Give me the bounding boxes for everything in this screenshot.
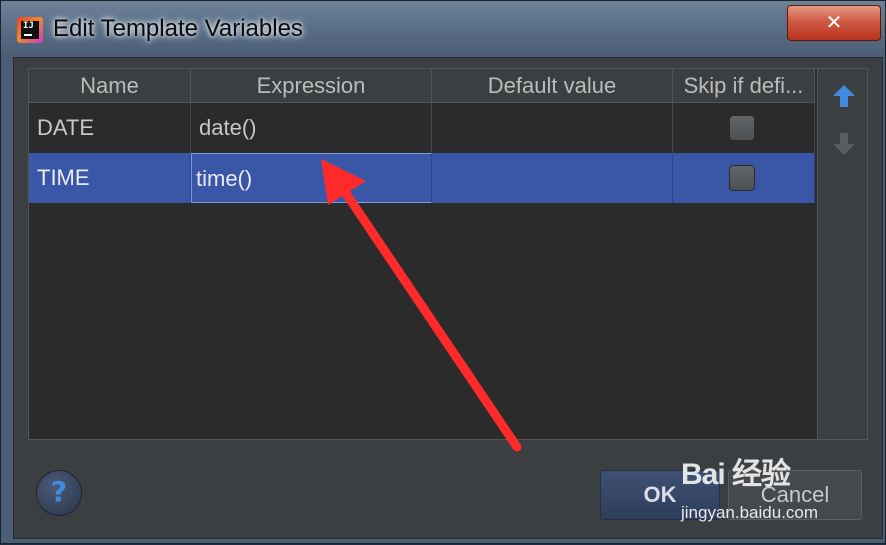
annotation-arrow [321,159,522,452]
edit-template-variables-dialog: IJ Edit Template Variables ✕ Name Expres… [0,0,886,544]
